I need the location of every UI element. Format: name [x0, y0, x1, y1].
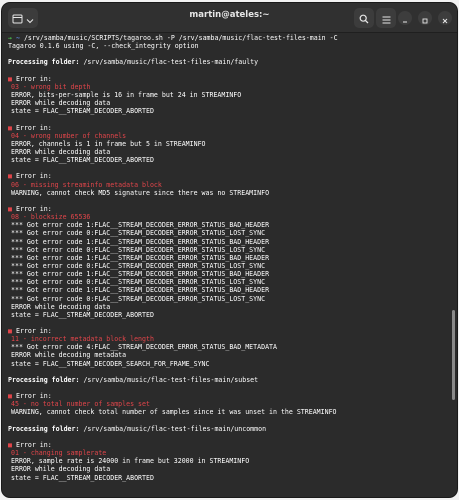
new-tab-icon: [12, 9, 23, 28]
error-detail: *** Got error code 1:FLAC__STREAM_DECODE…: [11, 286, 270, 295]
error-detail: *** Got error code 0:FLAC__STREAM_DECODE…: [11, 261, 266, 270]
error-marker: ■: [8, 172, 12, 181]
prompt-tilde: ~: [15, 34, 20, 42]
error-detail: *** Got error code 1:FLAC__STREAM_DECODE…: [11, 237, 270, 246]
error-title: 11 - incorrect metadata block length: [11, 335, 154, 344]
maximize-icon: [422, 9, 428, 28]
error-detail: *** Got error code 0:FLAC__STREAM_DECODE…: [11, 245, 266, 254]
maximize-button[interactable]: [418, 11, 432, 25]
error-marker: ■: [8, 74, 12, 83]
title-bar: martin@ateles:~: [2, 3, 457, 33]
error-label: ■ Error in:: [8, 392, 52, 401]
error-label: ■ Error in:: [8, 204, 52, 213]
error-detail: ERROR while decoding data: [11, 99, 111, 108]
error-detail: state = FLAC__STREAM_DECODER_ABORTED: [11, 156, 154, 165]
error-detail: ERROR while decoding data: [11, 147, 111, 156]
error-label: ■ Error in:: [8, 441, 52, 450]
close-button[interactable]: [438, 11, 452, 25]
minimize-button[interactable]: [398, 11, 412, 25]
command-text: /srv/samba/music/SCRIPTS/tagaroo.sh -P /…: [23, 34, 338, 42]
error-detail: state = FLAC__STREAM_DECODER_ABORTED: [11, 310, 154, 319]
error-marker: ■: [8, 441, 12, 450]
error-title: 45 - no total number of samples set: [11, 400, 150, 409]
menu-button[interactable]: [376, 8, 396, 28]
close-icon: [442, 9, 448, 28]
error-marker: ■: [8, 327, 12, 336]
error-marker: ■: [8, 392, 12, 401]
error-title: 03 - wrong bit depth: [11, 82, 91, 91]
folder-line: Processing folder: /srv/samba/music/flac…: [8, 58, 259, 67]
error-detail: state = FLAC__STREAM_DECODER_ABORTED: [11, 473, 154, 482]
error-detail: ERROR, bits-per-sample is 16 in frame bu…: [11, 90, 242, 99]
terminal-window: martin@ateles:~ → ~ /srv/samba/music/SCR…: [2, 3, 457, 497]
header-line: Tagaroo 0.1.6 using -C, --check_integrit…: [8, 42, 199, 51]
error-label: ■ Error in:: [8, 172, 52, 181]
search-button[interactable]: [354, 8, 374, 28]
chevron-down-icon: [26, 9, 34, 28]
error-title: 06 - missing streaminfo metadata block: [11, 180, 162, 189]
hamburger-menu-icon: [382, 9, 391, 28]
error-detail: ERROR while decoding metadata: [11, 351, 127, 360]
minimize-icon: [402, 9, 408, 28]
error-detail: *** Got error code 0:FLAC__STREAM_DECODE…: [11, 294, 266, 303]
error-label: ■ Error in:: [8, 74, 52, 83]
error-detail: *** Got error code 4:FLAC__STREAM_DECODE…: [11, 343, 277, 352]
error-marker: ■: [8, 204, 12, 213]
error-detail: *** Got error code 0:FLAC__STREAM_DECODE…: [11, 278, 266, 287]
error-label: ■ Error in:: [8, 123, 52, 132]
error-detail: *** Got error code 1:FLAC__STREAM_DECODE…: [11, 270, 270, 279]
error-detail: state = FLAC__STREAM_DECODER_SEARCH_FOR_…: [11, 359, 210, 368]
command-line: → ~ /srv/samba/music/SCRIPTS/tagaroo.sh …: [8, 34, 451, 42]
prompt-arrow: →: [8, 34, 12, 42]
error-detail: ERROR, sample rate is 24000 in frame but…: [11, 457, 250, 466]
error-detail: ERROR while decoding data: [11, 465, 111, 474]
error-detail: WARNING, cannot check MD5 signature sinc…: [11, 188, 270, 197]
terminal-output[interactable]: → ~ /srv/samba/music/SCRIPTS/tagaroo.sh …: [2, 34, 457, 497]
error-detail: *** Got error code 1:FLAC__STREAM_DECODE…: [11, 253, 270, 262]
folder-line: Processing folder: /srv/samba/music/flac…: [8, 375, 259, 384]
error-title: 08 - blocksize 65536: [11, 213, 91, 222]
folder-line: Processing folder: /srv/samba/music/flac…: [8, 424, 267, 433]
error-marker: ■: [8, 123, 12, 132]
error-label: ■ Error in:: [8, 327, 52, 336]
error-detail: state = FLAC__STREAM_DECODER_ABORTED: [11, 107, 154, 116]
new-tab-button[interactable]: [8, 8, 38, 28]
error-detail: *** Got error code 1:FLAC__STREAM_DECODE…: [11, 221, 270, 230]
error-detail: ERROR, channels is 1 in frame but 5 in S…: [11, 139, 206, 148]
scrollbar-thumb[interactable]: [452, 310, 455, 400]
error-detail: ERROR while decoding data: [11, 302, 111, 311]
search-icon: [359, 9, 369, 28]
error-title: 01 - changing samplerate: [11, 449, 107, 458]
error-title: 04 - wrong number of channels: [11, 131, 127, 140]
error-detail: WARNING, cannot check total number of sa…: [11, 408, 337, 417]
error-detail: *** Got error code 0:FLAC__STREAM_DECODE…: [11, 229, 266, 238]
